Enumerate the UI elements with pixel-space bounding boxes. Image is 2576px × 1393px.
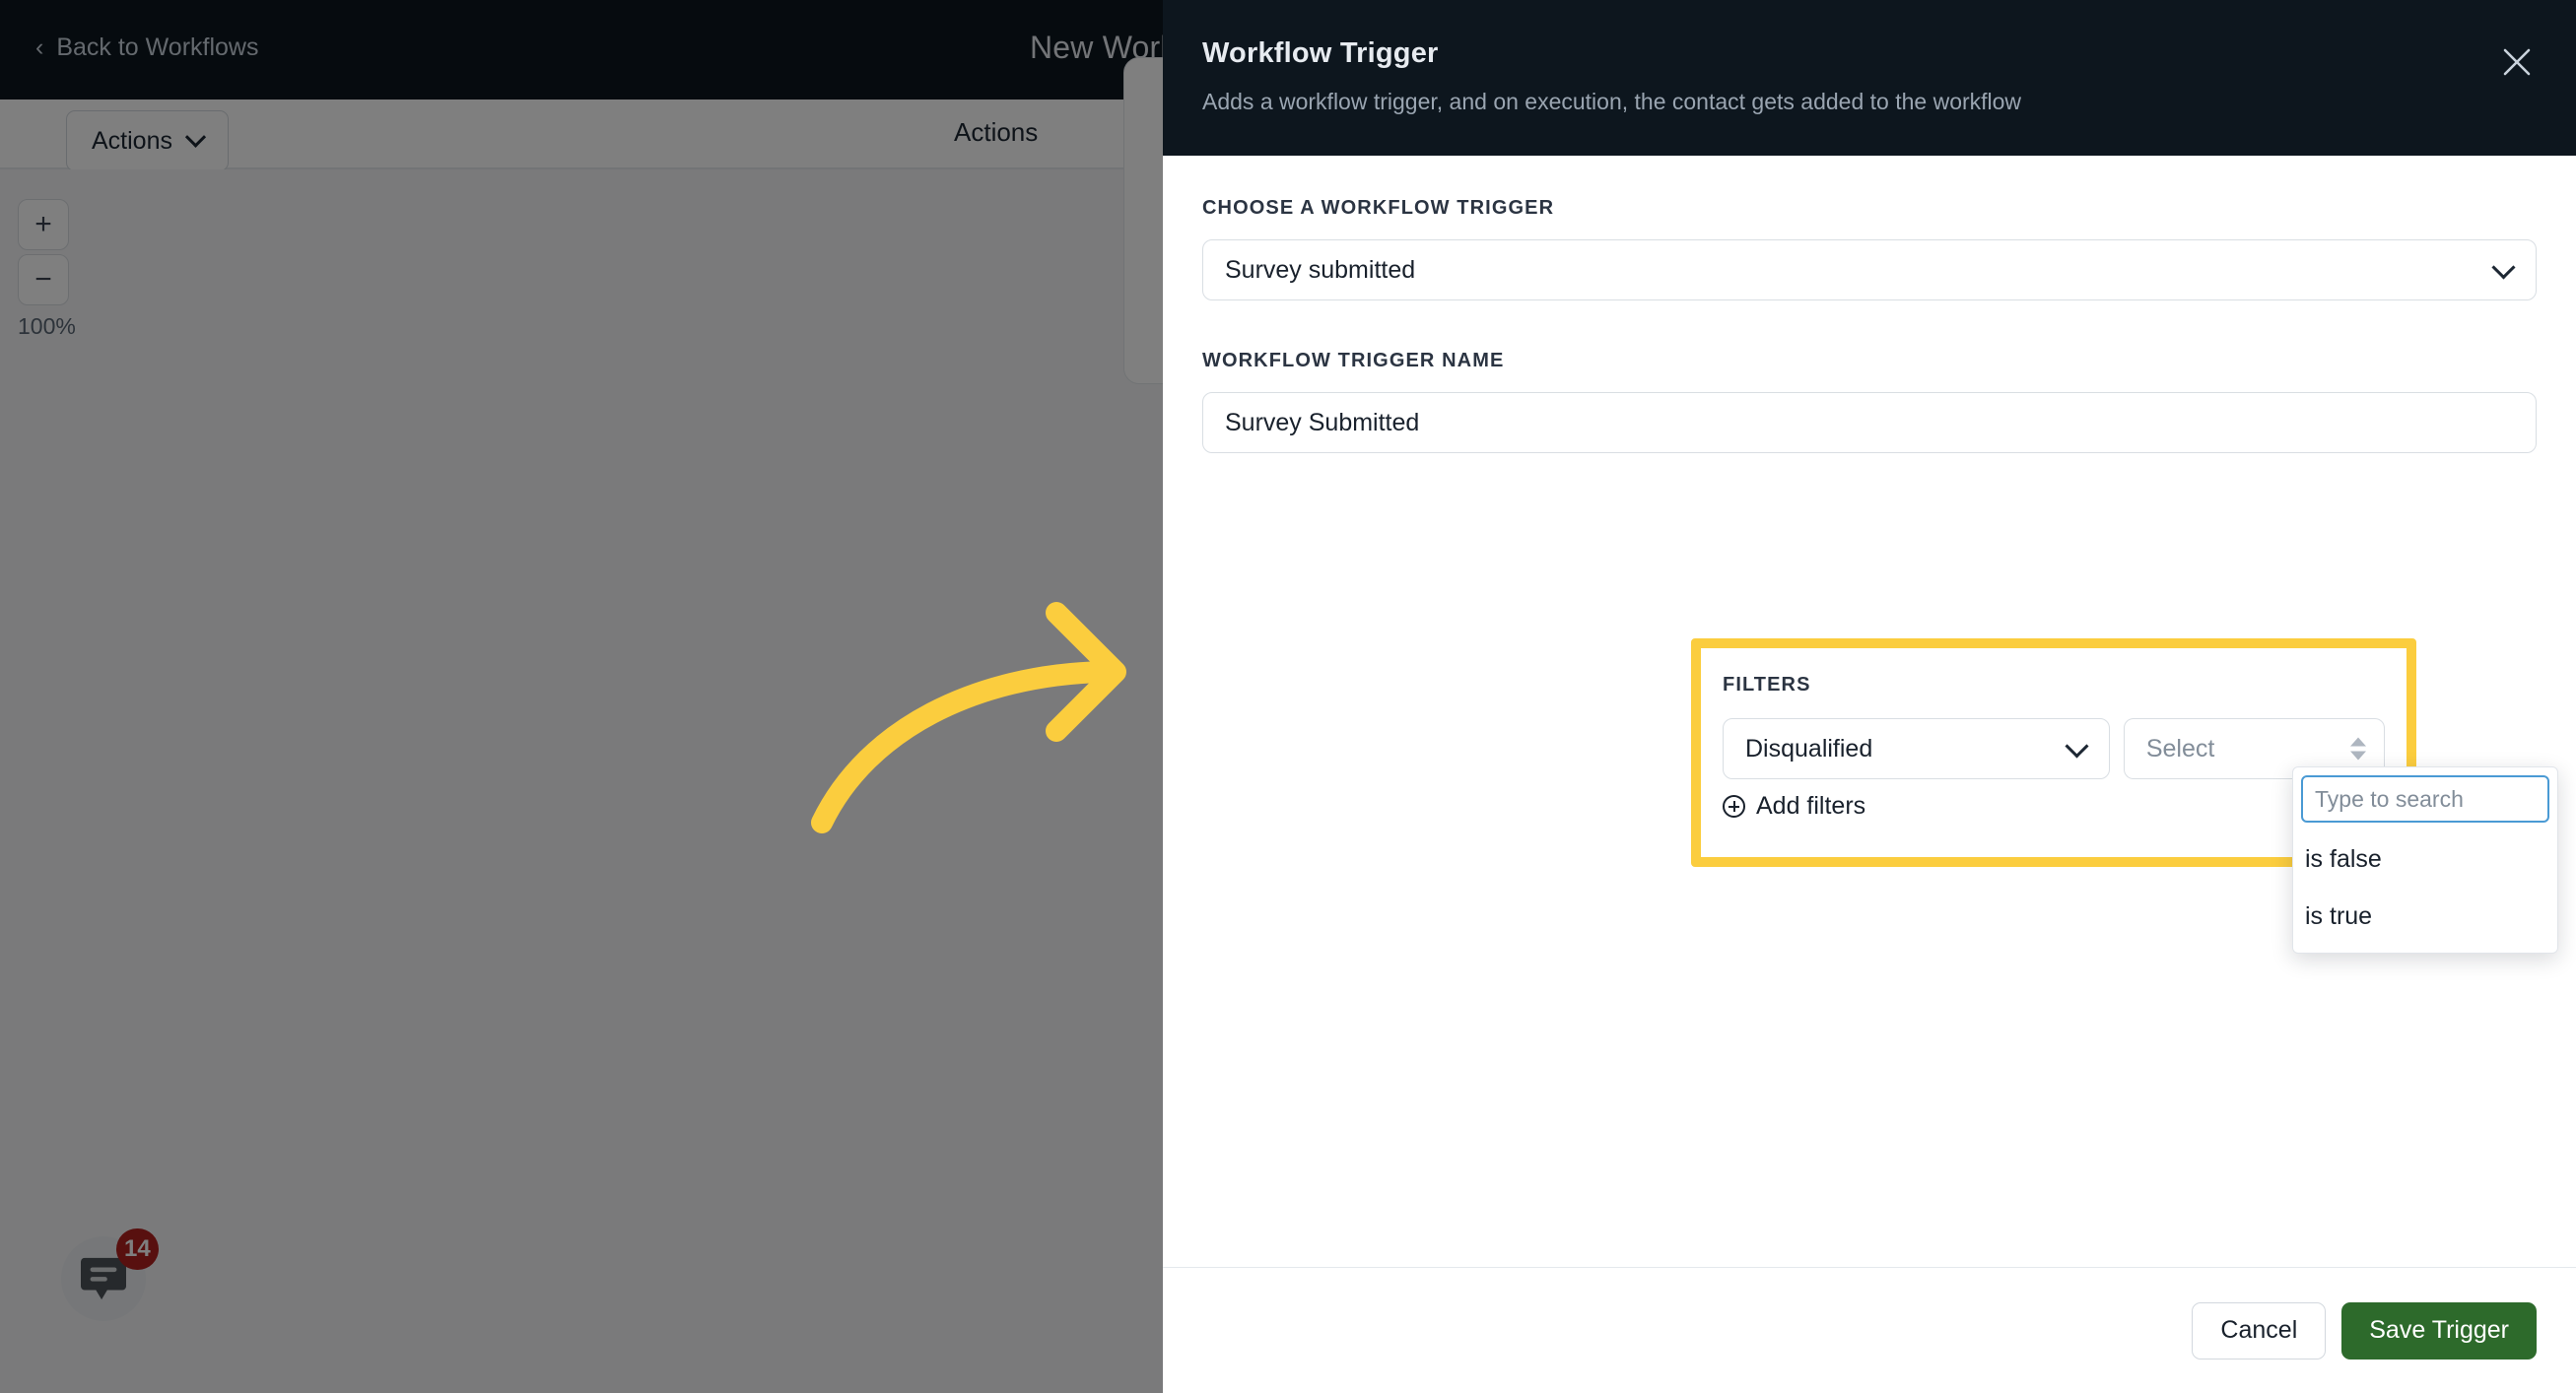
drawer-footer: Cancel Save Trigger [1163, 1267, 2576, 1393]
trigger-type-value: Survey submitted [1225, 255, 1416, 284]
trigger-name-value: Survey Submitted [1225, 408, 1420, 436]
plus-circle-icon [1723, 795, 1745, 818]
cancel-button[interactable]: Cancel [2192, 1301, 2327, 1360]
cancel-label: Cancel [2220, 1316, 2298, 1344]
filter-operator-dropdown: Type to search is false is true [2292, 766, 2558, 954]
dropdown-search-placeholder: Type to search [2315, 785, 2464, 812]
add-filters-button[interactable]: Add filters [1723, 792, 1865, 821]
close-button[interactable] [2497, 42, 2537, 82]
filter-operator-dropdown-wrapper: Type to search is false is true [2292, 766, 2558, 954]
chevron-down-icon [2491, 255, 2516, 280]
filters-label: FILTERS [1723, 674, 1811, 696]
trigger-type-select[interactable]: Survey submitted [1202, 239, 2537, 300]
dropdown-option-label: is false [2305, 844, 2382, 873]
filter-operator-placeholder: Select [2145, 734, 2215, 763]
filter-field-value: Disqualified [1745, 734, 1873, 763]
chevron-down-icon [2065, 734, 2089, 759]
filter-row: Disqualified Select [1723, 718, 2385, 779]
save-trigger-button[interactable]: Save Trigger [2341, 1301, 2537, 1360]
workflow-trigger-drawer: Workflow Trigger Adds a workflow trigger… [1163, 0, 2576, 1393]
dropdown-option-is-true[interactable]: is true [2293, 888, 2557, 945]
drawer-header: Workflow Trigger Adds a workflow trigger… [1163, 0, 2576, 156]
screen: ‹ Back to Workflows New Worl Actions Act… [0, 0, 2576, 1393]
dropdown-option-is-false[interactable]: is false [2293, 830, 2557, 888]
trigger-type-label: CHOOSE A WORKFLOW TRIGGER [1202, 197, 1555, 219]
chevron-up-down-icon [2350, 737, 2366, 761]
dropdown-option-label: is true [2305, 901, 2373, 930]
add-filters-label: Add filters [1756, 792, 1866, 820]
save-trigger-label: Save Trigger [2369, 1316, 2509, 1344]
filter-field-select[interactable]: Disqualified [1723, 718, 2110, 779]
trigger-name-label: WORKFLOW TRIGGER NAME [1202, 350, 1505, 371]
drawer-body: CHOOSE A WORKFLOW TRIGGER Survey submitt… [1163, 156, 2576, 1267]
drawer-title: Workflow Trigger [1202, 37, 1439, 69]
close-icon [2503, 48, 2531, 76]
drawer-subtitle: Adds a workflow trigger, and on executio… [1202, 89, 2022, 114]
trigger-name-input[interactable]: Survey Submitted [1202, 392, 2537, 453]
dropdown-search-input[interactable]: Type to search [2301, 775, 2549, 823]
